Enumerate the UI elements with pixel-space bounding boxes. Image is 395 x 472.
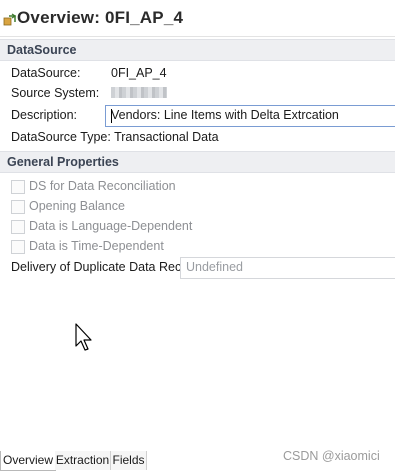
datasource-section-title: DataSource: [7, 43, 77, 57]
general-properties-section-title: General Properties: [7, 155, 119, 169]
duplicate-records-value: Undefined: [186, 260, 243, 274]
mouse-pointer-icon: [75, 323, 92, 351]
datasource-value: 0FI_AP_4: [111, 66, 167, 80]
datasource-section-header[interactable]: DataSource: [0, 39, 395, 61]
description-label: Description:: [11, 108, 77, 122]
description-input[interactable]: Vendors: Line Items with Delta Extrcatio…: [105, 105, 395, 127]
duplicate-records-field[interactable]: Undefined: [180, 257, 395, 279]
opening-balance-label: Opening Balance: [29, 199, 125, 213]
ds-reconciliation-checkbox[interactable]: [11, 180, 25, 194]
source-system-redacted-value: [111, 87, 167, 98]
watermark: CSDN @xiaomici: [283, 449, 380, 463]
datasource-icon: [3, 13, 17, 26]
duplicate-records-label: Delivery of Duplicate Data Recs.: [11, 260, 191, 274]
language-dependent-label: Data is Language-Dependent: [29, 219, 193, 233]
editor-title-bar: Overview: 0FI_AP_4: [0, 0, 395, 37]
opening-balance-checkbox[interactable]: [11, 200, 25, 214]
language-dependent-checkbox[interactable]: [11, 220, 25, 234]
general-properties-section-header[interactable]: General Properties: [0, 151, 395, 173]
datasource-label: DataSource:: [11, 66, 81, 80]
ds-reconciliation-label: DS for Data Reconciliation: [29, 179, 176, 193]
tab-overview[interactable]: Overview: [0, 451, 56, 471]
tab-extraction[interactable]: Extraction: [55, 451, 111, 470]
text-caret: [111, 109, 112, 123]
source-system-label: Source System:: [11, 86, 100, 100]
description-value: Vendors: Line Items with Delta Extrcatio…: [111, 108, 339, 122]
tab-fields[interactable]: Fields: [111, 451, 147, 470]
time-dependent-label: Data is Time-Dependent: [29, 239, 164, 253]
time-dependent-checkbox[interactable]: [11, 240, 25, 254]
page-title: Overview: 0FI_AP_4: [17, 8, 184, 27]
datasource-type-label: DataSource Type: Transactional Data: [11, 130, 219, 144]
